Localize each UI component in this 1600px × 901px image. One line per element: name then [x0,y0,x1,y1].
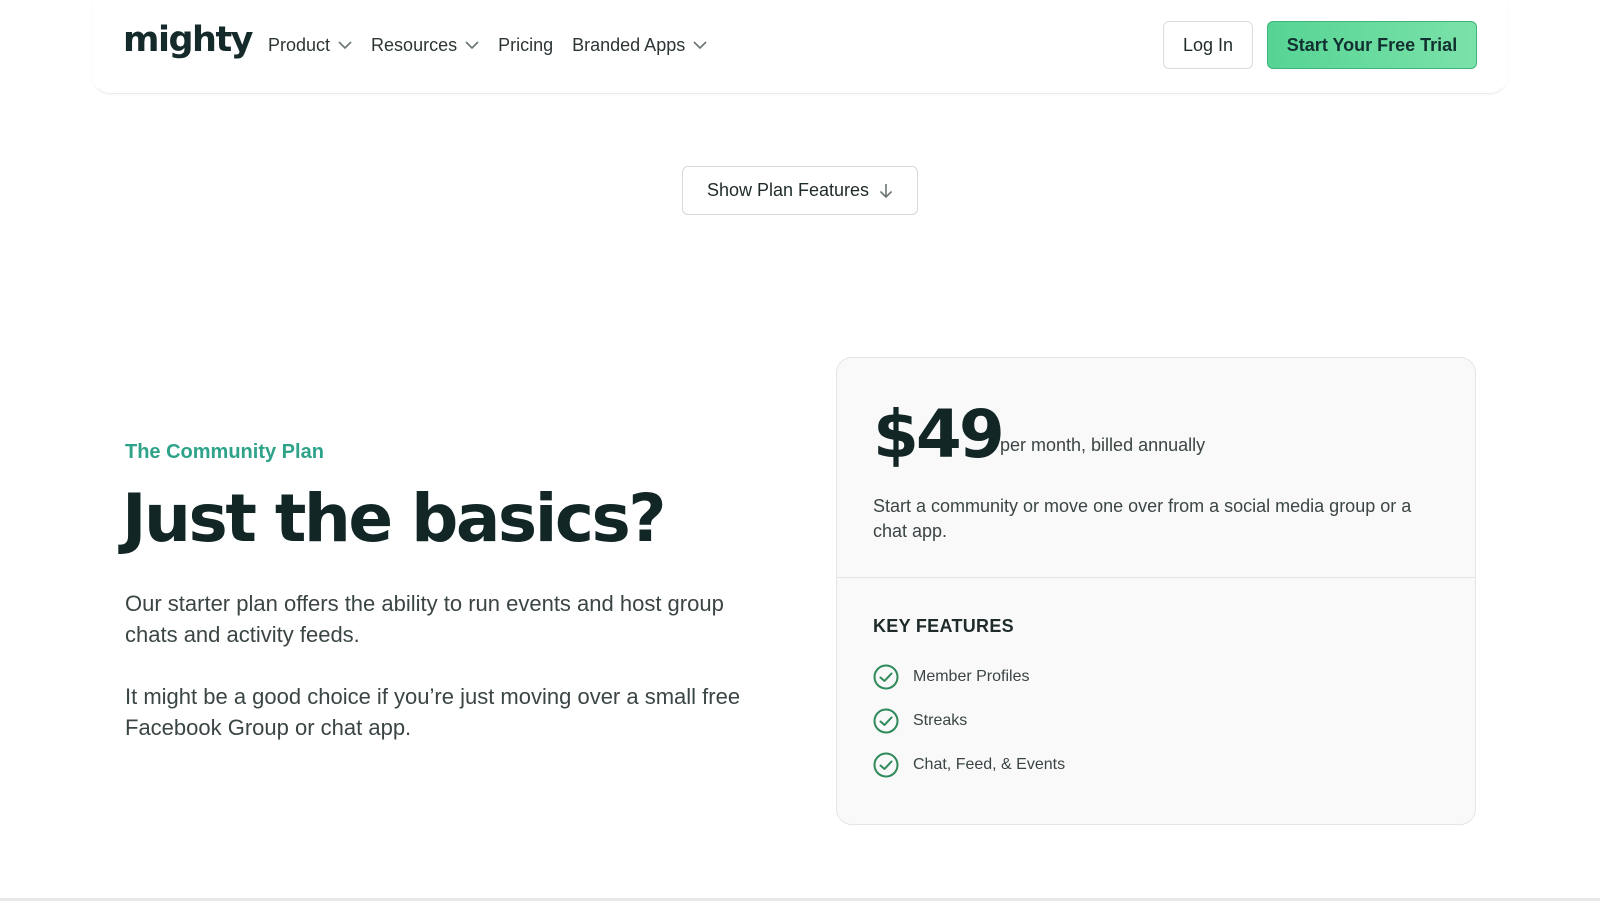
chevron-down-icon [465,41,479,50]
nav-item-label: Branded Apps [572,34,686,55]
nav-item-label: Resources [371,34,458,55]
plan-price: $49 [873,396,1005,473]
nav-item-label: Product [268,34,331,55]
key-features-heading: KEY FEATURES [873,616,1014,636]
main-nav: Product Resources Pricing Branded Apps [268,0,726,90]
feature-label: Chat, Feed, & Events [913,756,1066,773]
feature-label: Streaks [913,712,968,729]
nav-item-product[interactable]: Product [268,35,352,56]
pricing-card: $49 per month, billed annually Start a c… [836,357,1476,825]
arrow-down-icon [879,183,893,198]
nav-item-label: Pricing [498,34,554,55]
card-description: Start a community or move one over from … [873,496,1412,541]
feature-item: Member Profiles [873,664,1065,690]
feature-item: Streaks [873,708,1065,734]
check-circle-icon [873,752,899,778]
card-divider [837,577,1475,578]
login-button[interactable]: Log In [1163,21,1253,69]
nav-item-resources[interactable]: Resources [371,35,479,56]
plan-description-2: It might be a good choice if you’re just… [125,684,741,740]
plan-description-1: Our starter plan offers the ability to r… [125,591,724,647]
start-free-trial-button[interactable]: Start Your Free Trial [1267,21,1477,69]
feature-item: Chat, Feed, & Events [873,752,1065,778]
price-billing-note: per month, billed annually [1000,435,1206,455]
show-plan-features-label: Show Plan Features [706,180,870,200]
check-circle-icon [873,708,899,734]
mighty-logo[interactable]: mighty [123,20,253,60]
chevron-down-icon [693,41,707,50]
nav-item-pricing[interactable]: Pricing [498,35,553,56]
top-navbar: mighty Product Resources Pricing Branded… [92,0,1508,94]
nav-item-branded-apps[interactable]: Branded Apps [572,35,707,56]
plan-eyebrow: The Community Plan [125,441,324,463]
feature-list: Member Profiles Streaks Chat, Feed, & Ev… [873,664,1065,796]
chevron-down-icon [338,41,352,50]
feature-label: Member Profiles [913,668,1030,685]
check-circle-icon [873,664,899,690]
show-plan-features-button[interactable]: Show Plan Features [682,166,918,215]
plan-headline: Just the basics? [122,480,667,557]
